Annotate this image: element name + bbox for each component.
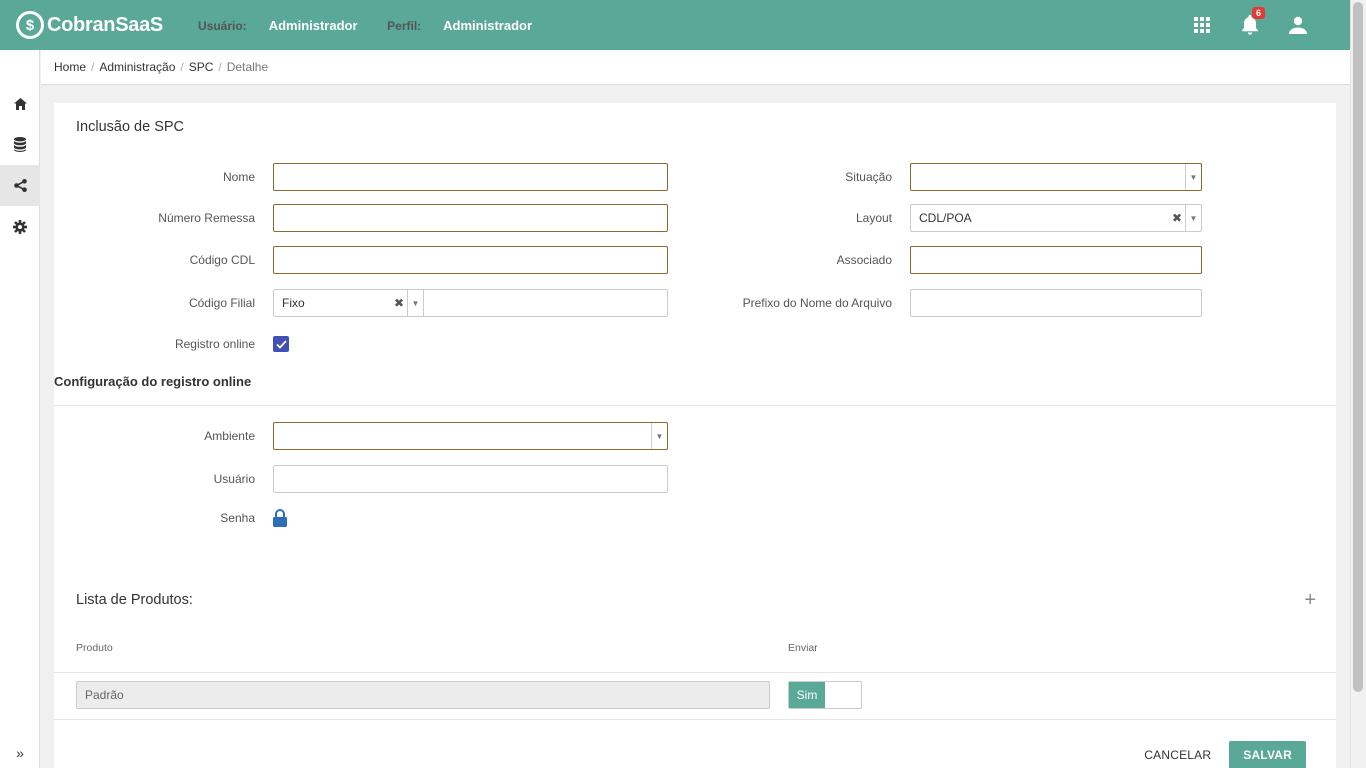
online-config-title: Configuração do registro online (54, 374, 252, 389)
save-button[interactable]: SALVAR (1229, 741, 1306, 768)
breadcrumb: Home / Administração / SPC / Detalhe (41, 50, 1350, 85)
codigo-filial-select[interactable]: Fixo ✖ ▼ (273, 289, 424, 317)
chevron-down-icon[interactable]: ▼ (407, 290, 423, 316)
home-icon (13, 97, 27, 110)
profile-value: Administrador (443, 17, 533, 33)
database-icon (14, 137, 26, 152)
registro-online-checkbox[interactable] (273, 336, 289, 352)
situacao-label: Situação (845, 170, 892, 184)
breadcrumb-home[interactable]: Home (54, 60, 86, 74)
table-row-divider (54, 719, 1336, 720)
page-title: Inclusão de SPC (76, 119, 185, 135)
enviar-toggle-on: Sim (789, 682, 825, 708)
numero-remessa-field[interactable] (273, 204, 668, 232)
sidebar-expand-icon[interactable]: » (0, 740, 40, 766)
section-divider (54, 405, 1336, 406)
table-header-divider (54, 672, 1336, 673)
logo-mark: $ (16, 11, 44, 39)
sidebar: » (0, 50, 40, 768)
sidebar-item-settings[interactable] (0, 206, 40, 247)
profile-label: Perfil: (387, 18, 422, 33)
chevron-down-icon[interactable]: ▼ (1185, 164, 1201, 190)
nome-field[interactable] (273, 163, 668, 191)
page-scrollbar[interactable] (1350, 0, 1366, 768)
layout-label: Layout (855, 211, 892, 225)
codigo-filial-field[interactable] (424, 289, 668, 317)
cancel-button[interactable]: CANCELAR (1126, 748, 1229, 762)
layout-select-value: CDL/POA (919, 211, 972, 225)
codigo-filial-label: Código Filial (188, 296, 255, 310)
user-label: Usuário: (198, 18, 247, 33)
associado-label: Associado (836, 253, 892, 267)
situacao-select[interactable]: ▼ (910, 163, 1202, 191)
nome-label: Nome (222, 170, 255, 184)
senha-label: Senha (220, 511, 255, 525)
registro-online-label: Registro online (174, 337, 255, 351)
lock-icon[interactable] (273, 509, 287, 527)
col-header-enviar: Enviar (788, 642, 818, 654)
notifications-bell-icon[interactable]: 6 (1226, 0, 1274, 50)
user-account-icon[interactable] (1274, 0, 1322, 50)
top-bar: $ CobranSaaS Usuário: Administrador Perfi… (0, 0, 1350, 50)
usuario-field[interactable] (273, 465, 668, 493)
checkmark-icon (275, 339, 287, 349)
user-info: Usuário: Administrador Perfil: Administrad… (198, 18, 558, 33)
app-logo[interactable]: $ CobranSaaS (16, 11, 192, 39)
enviar-toggle[interactable]: Sim (788, 681, 862, 709)
breadcrumb-administracao[interactable]: Administração (99, 60, 175, 74)
prefixo-field[interactable] (910, 289, 1202, 317)
form-panel: Inclusão de SPC Nome Número Remessa Códi… (54, 103, 1336, 768)
breadcrumb-current: Detalhe (226, 60, 269, 74)
layout-select[interactable]: CDL/POA ✖ ▼ (910, 204, 1202, 232)
sidebar-item-home[interactable] (0, 83, 40, 124)
product-name-field: Padrão (76, 681, 770, 709)
breadcrumb-spc[interactable]: SPC (189, 60, 214, 74)
chevron-down-icon[interactable]: ▼ (651, 423, 667, 449)
chevron-down-icon[interactable]: ▼ (1185, 205, 1201, 231)
products-title: Lista de Produtos: (76, 592, 193, 608)
sidebar-item-database[interactable] (0, 124, 40, 165)
app-name: CobranSaaS (47, 13, 163, 36)
numero-remessa-label: Número Remessa (158, 211, 255, 225)
codigo-cdl-label: Código CDL (189, 253, 255, 267)
associado-field[interactable] (910, 246, 1202, 274)
scrollbar-thumb[interactable] (1353, 2, 1363, 692)
clear-icon[interactable]: ✖ (391, 296, 407, 310)
ambiente-select[interactable]: ▼ (273, 422, 668, 450)
notification-count-badge: 6 (1251, 7, 1265, 19)
gear-icon (13, 219, 27, 234)
apps-grid-icon[interactable] (1178, 0, 1226, 50)
share-icon (13, 179, 27, 192)
col-header-produto: Produto (76, 642, 113, 654)
ambiente-label: Ambiente (204, 429, 255, 443)
add-product-plus-icon[interactable]: + (1304, 589, 1316, 612)
prefixo-label: Prefixo do Nome do Arquivo (742, 296, 892, 310)
codigo-cdl-field[interactable] (273, 246, 668, 274)
clear-icon[interactable]: ✖ (1169, 211, 1185, 225)
usuario-label: Usuário (213, 472, 255, 486)
sidebar-item-share[interactable] (0, 165, 40, 206)
user-value: Administrador (268, 17, 358, 33)
codigo-filial-select-value: Fixo (282, 296, 305, 310)
